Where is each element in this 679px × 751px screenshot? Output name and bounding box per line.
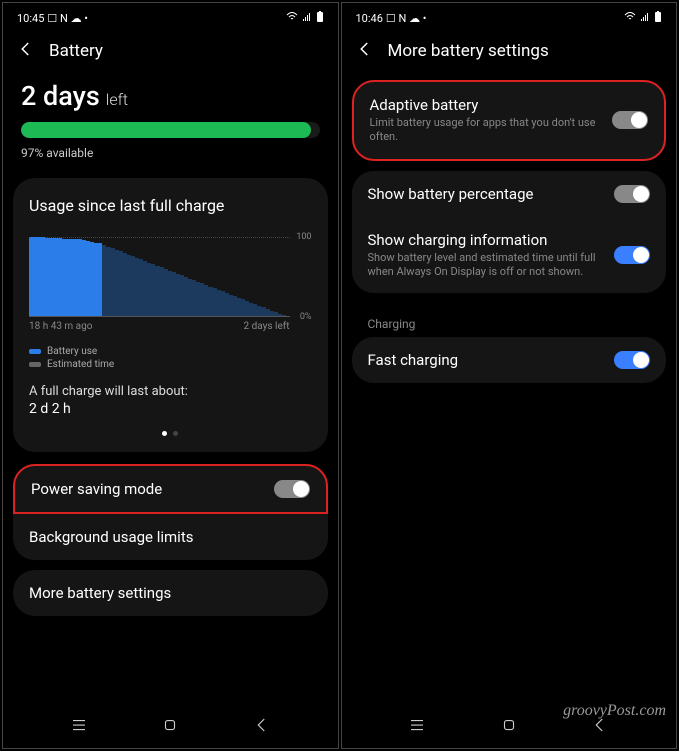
more-settings-label: More battery settings <box>29 584 171 602</box>
usage-card[interactable]: Usage since last full charge 100 0% 18 h… <box>13 178 328 452</box>
header: Battery <box>3 30 338 80</box>
nav-bar <box>3 702 338 748</box>
signal-icon <box>302 12 312 25</box>
time-remaining: 2 days left <box>13 80 328 122</box>
back-button[interactable] <box>591 716 609 738</box>
more-settings-row[interactable]: More battery settings <box>13 570 328 616</box>
legend-swatch-estimated <box>29 362 41 367</box>
chart-legend: Battery use Estimated time <box>29 346 312 370</box>
fast-charging-row[interactable]: Fast charging <box>352 337 667 383</box>
status-time: 10:45 <box>17 12 44 25</box>
show-percentage-label: Show battery percentage <box>368 185 534 203</box>
status-icons-right <box>286 11 324 26</box>
battery-icon <box>654 11 662 26</box>
background-limits-row[interactable]: Background usage limits <box>13 514 328 560</box>
legend-estimated: Estimated time <box>47 359 114 370</box>
battery-progress-fill <box>21 122 311 138</box>
usage-title: Usage since last full charge <box>29 196 312 215</box>
adaptive-battery-sub: Limit battery usage for apps that you do… <box>370 116 613 145</box>
page-dots <box>29 431 312 436</box>
adaptive-battery-label: Adaptive battery <box>370 96 613 114</box>
back-button[interactable] <box>253 716 271 738</box>
wifi-icon <box>286 12 298 25</box>
settings-group: Power saving mode Background usage limit… <box>13 464 328 560</box>
dot-2 <box>173 431 178 436</box>
page-title: Battery <box>49 41 103 61</box>
back-icon[interactable] <box>356 40 374 62</box>
power-saving-row[interactable]: Power saving mode <box>13 464 328 514</box>
power-saving-label: Power saving mode <box>31 480 162 498</box>
show-charging-label: Show charging information <box>368 231 615 249</box>
time-value: 2 days <box>21 80 100 112</box>
x-start-label: 18 h 43 m ago <box>29 321 92 332</box>
signal-icon <box>640 12 650 25</box>
legend-battery: Battery use <box>47 346 97 357</box>
legend-swatch-battery <box>29 349 41 354</box>
usage-chart: 100 0% <box>29 237 312 317</box>
show-percentage-row[interactable]: Show battery percentage <box>352 171 667 217</box>
show-percentage-toggle[interactable] <box>614 185 650 203</box>
status-icons-right <box>624 11 662 26</box>
recents-button[interactable] <box>70 716 88 738</box>
show-charging-sub: Show battery level and estimated time un… <box>368 251 615 280</box>
header: More battery settings <box>342 30 677 80</box>
status-bar: 10:46 ☐ N ☁ • <box>342 3 677 30</box>
status-icons-left: ☐ N ☁ • <box>47 12 88 25</box>
display-group: Show battery percentage Show charging in… <box>352 171 667 294</box>
charge-est-value: 2 d 2 h <box>29 401 312 417</box>
wifi-icon <box>624 12 636 25</box>
home-button[interactable] <box>500 716 518 738</box>
charging-section-label: Charging <box>352 303 667 337</box>
fast-charging-toggle[interactable] <box>614 351 650 369</box>
y-axis-100: 100 <box>296 232 311 242</box>
show-charging-toggle[interactable] <box>614 246 650 264</box>
battery-progress <box>21 122 320 138</box>
background-limits-label: Background usage limits <box>29 528 193 546</box>
page-title: More battery settings <box>388 41 549 61</box>
adaptive-battery-toggle[interactable] <box>612 111 648 129</box>
adaptive-battery-row[interactable]: Adaptive battery Limit battery usage for… <box>352 80 667 161</box>
more-battery-screen: 10:46 ☐ N ☁ • More battery settings <box>341 2 678 749</box>
dot-1 <box>162 431 167 436</box>
x-end-label: 2 days left <box>244 321 290 332</box>
battery-icon <box>316 11 324 26</box>
show-charging-row[interactable]: Show charging information Show battery l… <box>352 217 667 294</box>
status-icons-left: ☐ N ☁ • <box>386 12 427 25</box>
recents-button[interactable] <box>408 716 426 738</box>
back-icon[interactable] <box>17 40 35 62</box>
battery-available: 97% available <box>13 146 328 178</box>
power-saving-toggle[interactable] <box>274 480 310 498</box>
time-suffix: left <box>106 90 128 109</box>
status-time: 10:46 <box>356 12 383 25</box>
y-axis-0: 0% <box>300 312 312 322</box>
nav-bar <box>342 702 677 748</box>
fast-charging-label: Fast charging <box>368 351 459 369</box>
status-bar: 10:45 ☐ N ☁ • <box>3 3 338 30</box>
battery-screen: 10:45 ☐ N ☁ • Battery <box>2 2 339 749</box>
charge-est-label: A full charge will last about: <box>29 384 312 399</box>
home-button[interactable] <box>161 716 179 738</box>
